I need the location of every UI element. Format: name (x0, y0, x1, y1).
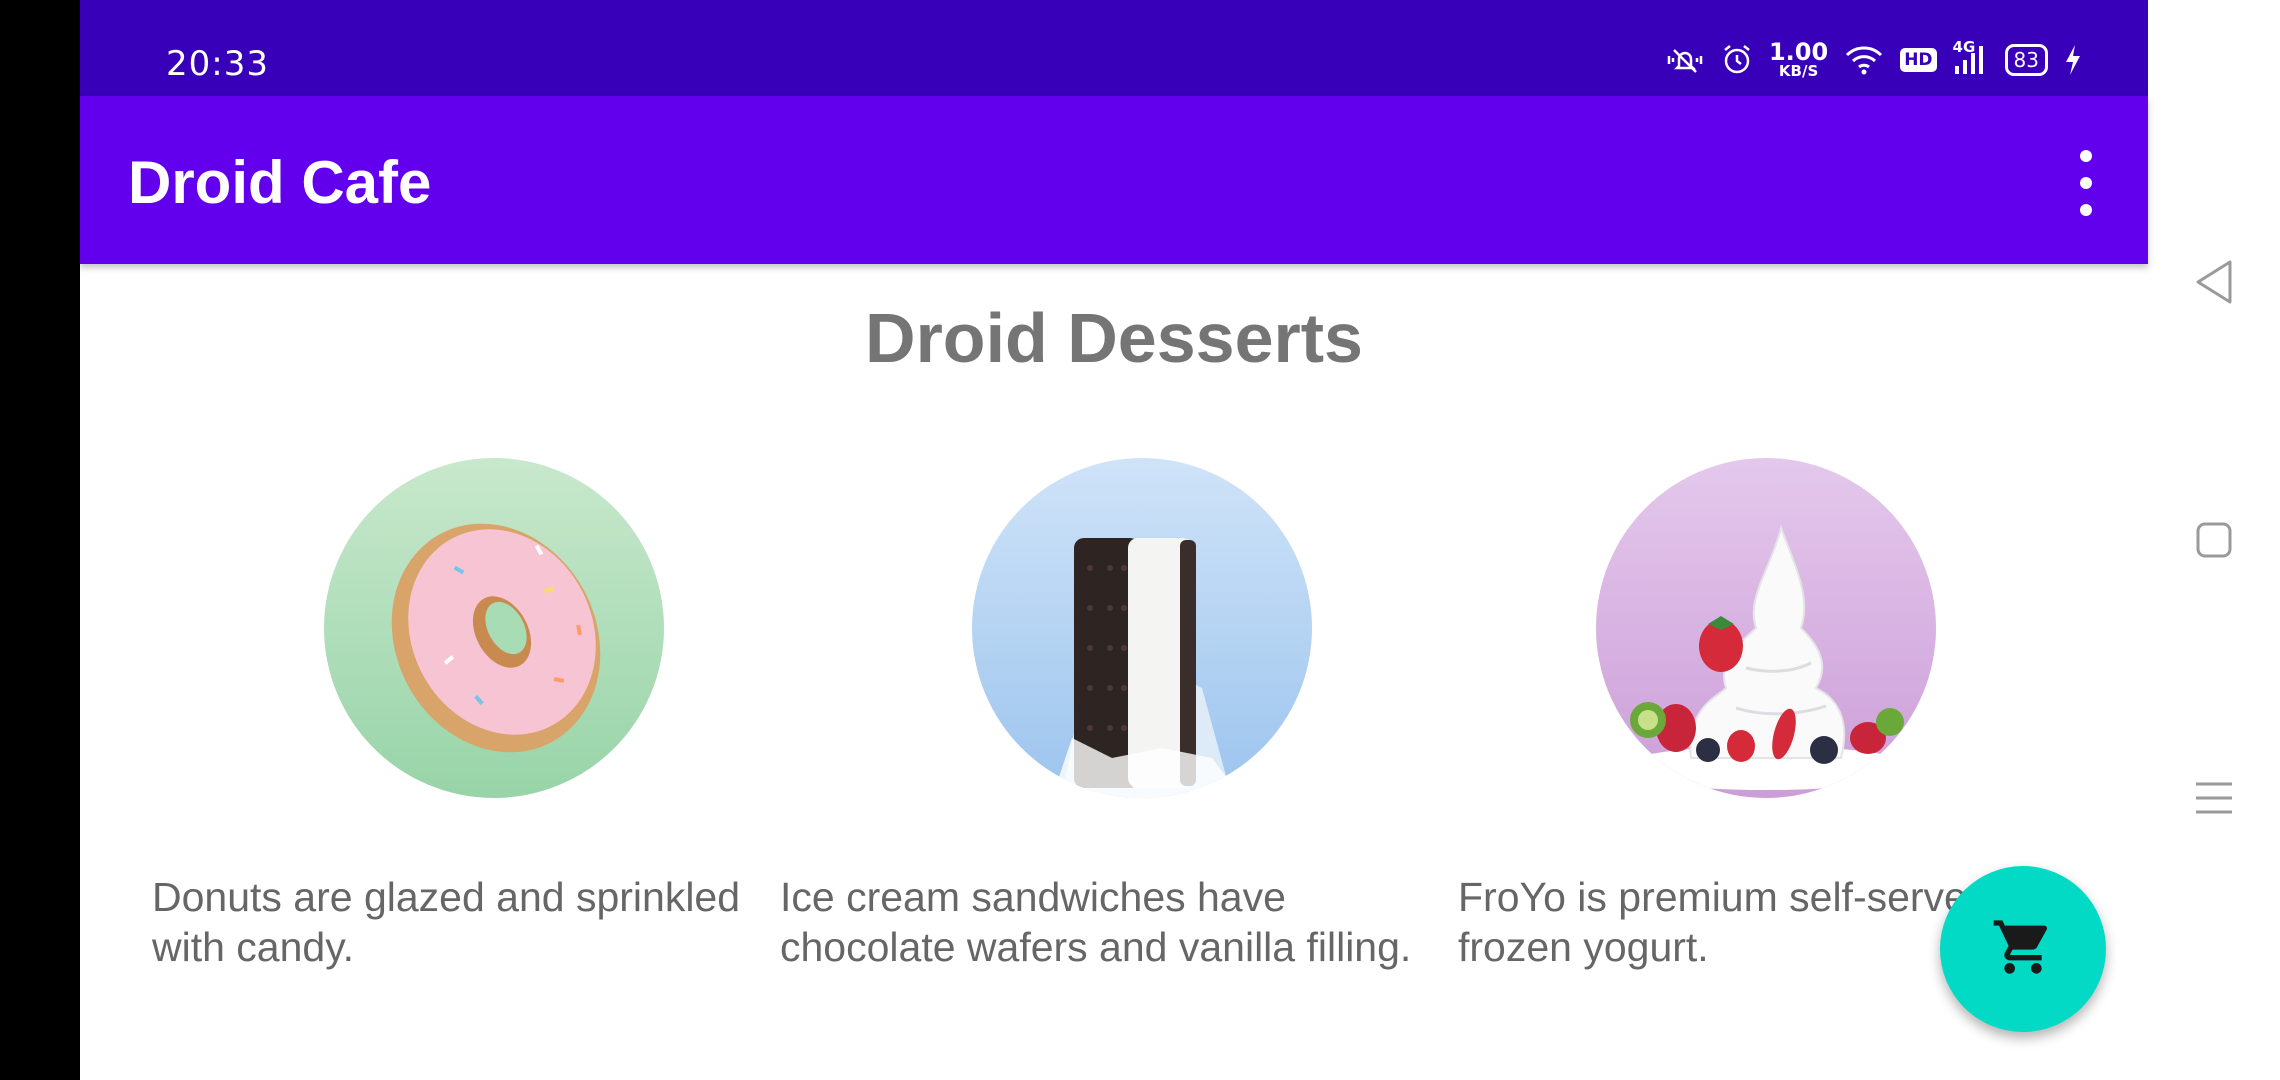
signal-icon: 4G (1953, 38, 1989, 76)
shopping-cart-icon (1991, 915, 2055, 983)
alarm-icon (1721, 44, 1753, 76)
status-time: 20:33 (166, 44, 269, 84)
shopping-cart-button[interactable] (1940, 866, 2106, 1032)
hd-badge: HD (1900, 47, 1937, 72)
froyo-image[interactable] (1596, 458, 1936, 798)
donut-image[interactable] (324, 458, 664, 798)
app-bar: Droid Cafe (80, 96, 2148, 264)
app-title: Droid Cafe (128, 149, 432, 216)
page-heading: Droid Desserts (865, 299, 1363, 377)
back-icon[interactable] (2182, 250, 2246, 314)
status-icons: 1.00 KB/S HD 4G 83 (1665, 38, 2082, 80)
main-content: Droid Desserts Donuts are glazed and spr… (80, 264, 2148, 1080)
status-bar: 20:33 1.00 KB/S HD 4G 83 (80, 0, 2148, 96)
donut-description: Donuts are glazed and sprinkled with can… (152, 874, 741, 970)
network-type-label: 4G (1952, 37, 1976, 56)
screen-left-edge (0, 0, 80, 1080)
recents-icon[interactable] (2182, 766, 2246, 830)
more-vert-icon[interactable] (2066, 150, 2106, 216)
system-nav-bar (2148, 0, 2280, 1080)
home-icon[interactable] (2182, 508, 2246, 572)
net-speed: 1.00 KB/S (1768, 38, 1829, 80)
mute-vibrate-icon (1665, 44, 1705, 76)
wifi-icon (1844, 44, 1884, 76)
battery-indicator: 83 (2004, 43, 2048, 76)
charging-icon (2064, 44, 2082, 76)
ice-cream-sandwich-description: Ice cream sandwiches have chocolate wafe… (780, 874, 1412, 970)
ice-cream-sandwich-image[interactable] (972, 458, 1312, 798)
